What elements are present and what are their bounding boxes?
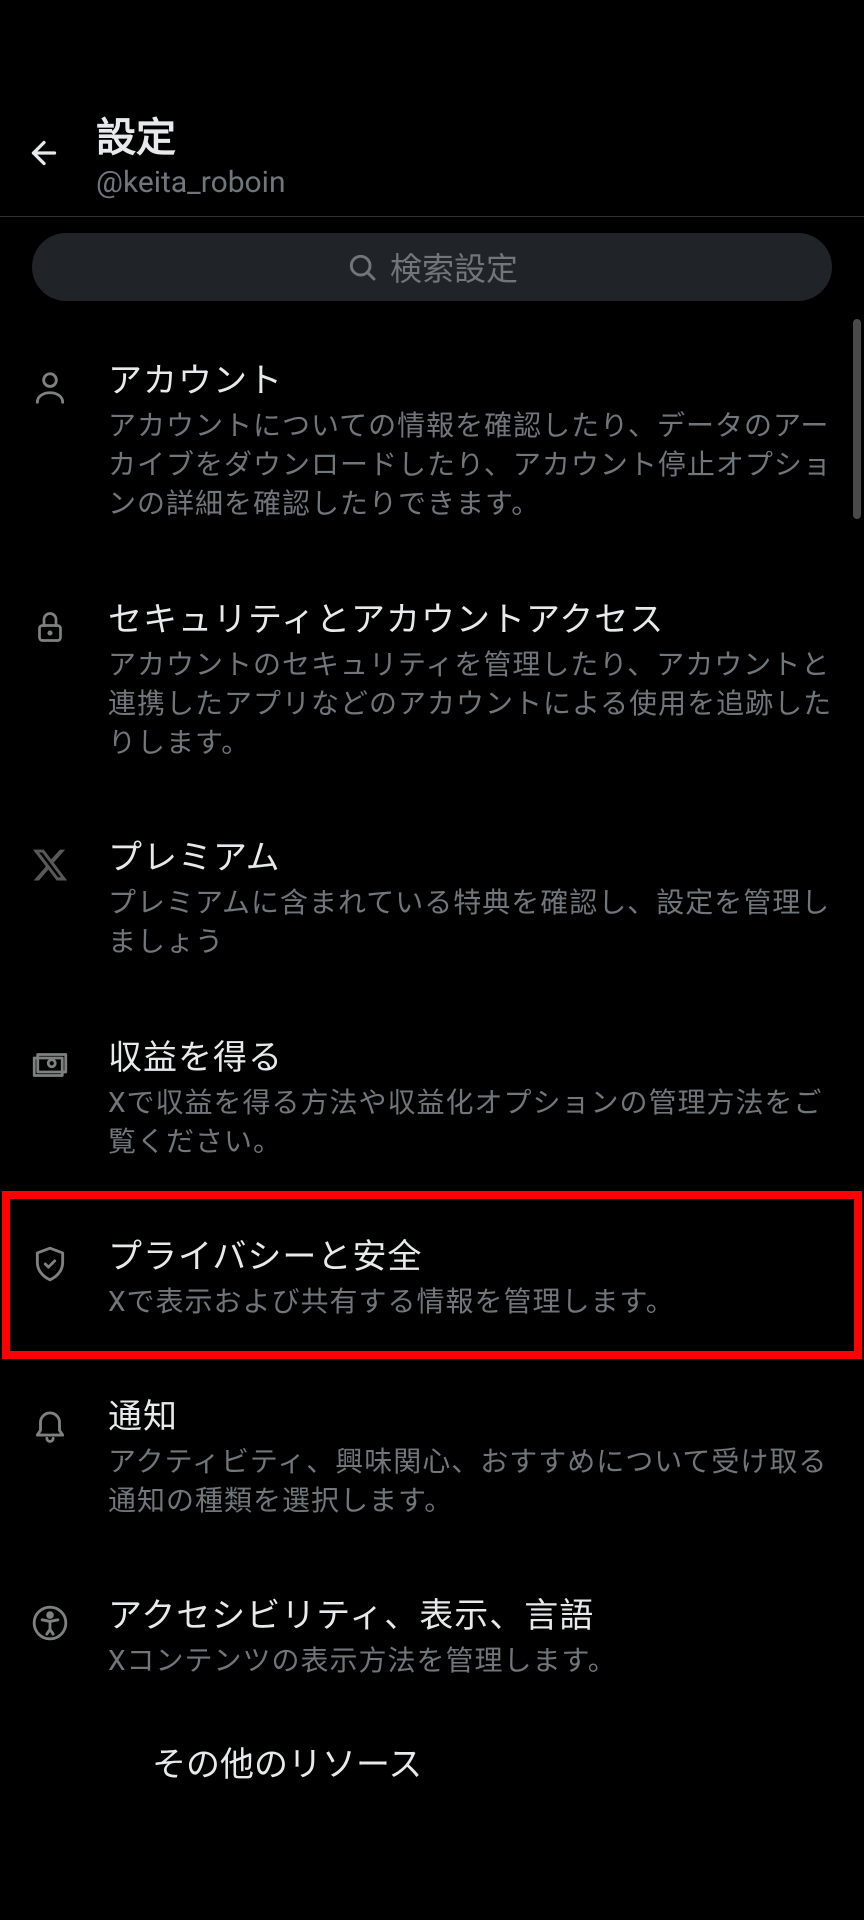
- x-logo-icon: [28, 836, 72, 894]
- search-placeholder: 検索設定: [390, 244, 518, 290]
- settings-item-notifications[interactable]: 通知 アクティビティ、興味関心、おすすめについて受け取る通知の種類を選択します。: [0, 1355, 864, 1554]
- settings-item-title: アクセシビリティ、表示、言語: [108, 1588, 836, 1637]
- settings-item-title: プレミアム: [108, 830, 836, 879]
- settings-item-title: アカウント: [108, 353, 836, 402]
- search-wrap: 検索設定: [0, 217, 864, 319]
- lock-icon: [28, 598, 72, 656]
- username: @keita_roboin: [96, 165, 286, 200]
- scroll-indicator[interactable]: [853, 319, 861, 519]
- settings-item-desc: Xで表示および共有する情報を管理します。: [108, 1282, 836, 1321]
- settings-item-title: プライバシーと安全: [108, 1229, 836, 1278]
- page-title: 設定: [96, 105, 286, 163]
- accessibility-icon: [28, 1594, 72, 1652]
- settings-item-security[interactable]: セキュリティとアカウントアクセス アカウントのセキュリティを管理したり、アカウン…: [0, 558, 864, 797]
- back-button[interactable]: [24, 133, 64, 173]
- money-icon: [28, 1036, 72, 1094]
- settings-item-premium[interactable]: プレミアム プレミアムに含まれている特典を確認し、設定を管理しましょう: [0, 796, 864, 995]
- settings-item-desc: アクティビティ、興味関心、おすすめについて受け取る通知の種類を選択します。: [108, 1442, 836, 1520]
- settings-item-desc: Xコンテンツの表示方法を管理します。: [108, 1641, 836, 1680]
- settings-item-desc: Xで収益を得る方法や収益化オプションの管理方法をご覧ください。: [108, 1083, 836, 1161]
- header: 設定 @keita_roboin: [0, 0, 864, 217]
- section-heading-other: その他のリソース: [0, 1715, 864, 1796]
- settings-item-desc: アカウントのセキュリティを管理したり、アカウントと連携したアプリなどのアカウント…: [108, 645, 836, 763]
- settings-item-desc: アカウントについての情報を確認したり、データのアーカイブをダウンロードしたり、ア…: [108, 406, 836, 524]
- settings-item-accessibility[interactable]: アクセシビリティ、表示、言語 Xコンテンツの表示方法を管理します。: [0, 1554, 864, 1714]
- person-icon: [28, 359, 72, 417]
- search-icon: [346, 251, 378, 283]
- shield-check-icon: [28, 1235, 72, 1293]
- settings-item-title: 収益を得る: [108, 1030, 836, 1079]
- settings-item-title: セキュリティとアカウントアクセス: [108, 592, 836, 641]
- settings-item-account[interactable]: アカウント アカウントについての情報を確認したり、データのアーカイブをダウンロー…: [0, 319, 864, 558]
- settings-item-title: 通知: [108, 1389, 836, 1438]
- settings-item-monetization[interactable]: 収益を得る Xで収益を得る方法や収益化オプションの管理方法をご覧ください。: [0, 996, 864, 1195]
- bell-icon: [28, 1395, 72, 1453]
- settings-list: アカウント アカウントについての情報を確認したり、データのアーカイブをダウンロー…: [0, 319, 864, 1920]
- settings-item-privacy[interactable]: プライバシーと安全 Xで表示および共有する情報を管理します。: [0, 1195, 864, 1355]
- arrow-left-icon: [26, 135, 62, 171]
- settings-item-desc: プレミアムに含まれている特典を確認し、設定を管理しましょう: [108, 883, 836, 961]
- search-input[interactable]: 検索設定: [32, 233, 832, 301]
- title-block: 設定 @keita_roboin: [96, 105, 286, 200]
